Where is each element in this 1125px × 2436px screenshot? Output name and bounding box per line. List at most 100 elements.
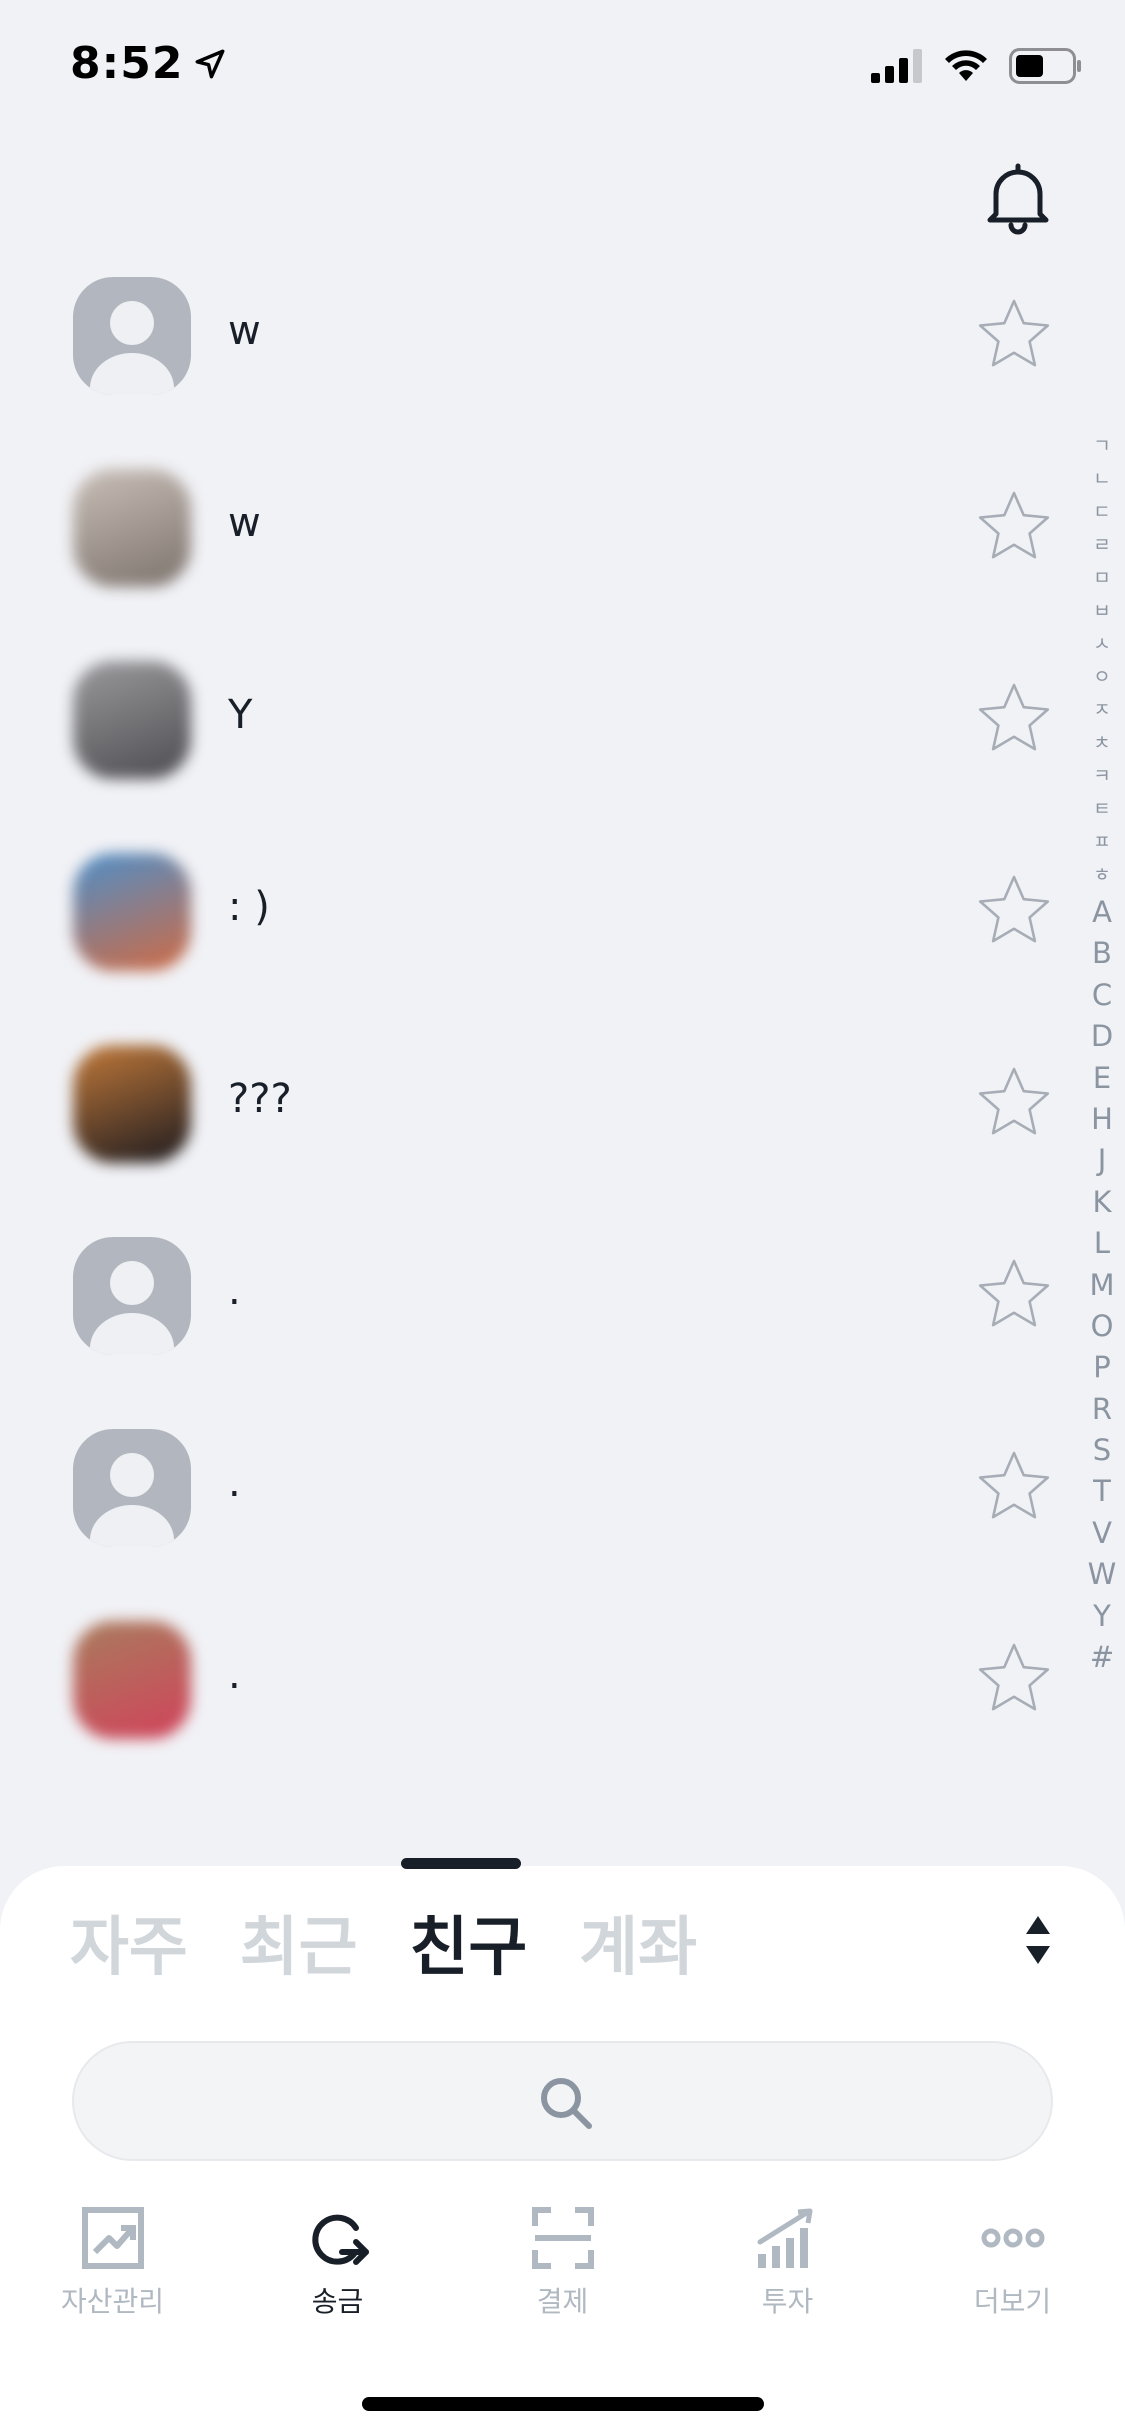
chart-icon (77, 2202, 149, 2274)
index-letter[interactable]: Y (1093, 1596, 1111, 1637)
time-text: 8:52 (70, 38, 184, 89)
friend-row[interactable]: . (0, 1228, 1125, 1420)
nav-label: 투자 (761, 2285, 814, 2318)
default-avatar-icon (73, 1237, 191, 1355)
friend-row[interactable]: : ) (0, 844, 1125, 1036)
friend-row[interactable]: Y (0, 652, 1125, 844)
nav-label: 더보기 (973, 2285, 1052, 2318)
investment-icon (752, 2202, 824, 2274)
index-letter[interactable]: ㄴ (1093, 463, 1110, 496)
wifi-icon (945, 50, 987, 81)
profile-photo (73, 1621, 191, 1739)
index-letter[interactable]: ㄱ (1093, 430, 1110, 463)
nav-item-2[interactable]: 결제 (450, 2202, 675, 2342)
status-icons (871, 48, 1083, 84)
status-time: 8:52 (70, 38, 227, 89)
friend-name: Y (228, 692, 253, 738)
nav-item-1[interactable]: 송금 (225, 2202, 450, 2342)
friend-name: w (228, 308, 261, 354)
index-letter[interactable]: A (1092, 892, 1112, 933)
favorite-star-icon[interactable] (976, 872, 1052, 948)
nav-label: 송금 (311, 2285, 364, 2318)
default-avatar-icon (73, 277, 191, 395)
index-letter[interactable]: ㅎ (1093, 859, 1110, 892)
favorite-star-icon[interactable] (976, 488, 1052, 564)
friend-name: w (228, 500, 261, 546)
profile-photo (73, 853, 191, 971)
index-letter[interactable]: ㅊ (1093, 727, 1110, 760)
index-letter[interactable]: S (1093, 1430, 1111, 1471)
index-letter[interactable]: E (1093, 1058, 1111, 1099)
friend-row[interactable]: w (0, 460, 1125, 652)
friend-name: : ) (228, 884, 270, 930)
profile-photo (73, 1045, 191, 1163)
profile-photo (73, 661, 191, 779)
index-letter[interactable]: K (1092, 1182, 1111, 1223)
favorite-star-icon[interactable] (976, 1640, 1052, 1716)
index-letter[interactable]: P (1093, 1347, 1111, 1388)
transfer-screen: 8:52 w w Y:) ??? . . . ㄱ ㄴ ㄷ ㄹ ㅁ ㅂ ㅅ ㅇ… (0, 0, 1125, 2436)
index-letter[interactable]: V (1092, 1513, 1112, 1554)
search-input[interactable] (114, 2043, 474, 2159)
friend-row[interactable]: ??? (0, 1036, 1125, 1228)
nav-item-4[interactable]: 더보기 (900, 2202, 1125, 2342)
favorite-star-icon[interactable] (976, 1256, 1052, 1332)
index-letter[interactable]: C (1092, 975, 1112, 1016)
tab-1[interactable]: 최근 (240, 1906, 358, 1990)
nav-item-0[interactable]: 자산관리 (0, 2202, 225, 2342)
tab-0[interactable]: 자주 (70, 1906, 188, 1990)
favorite-star-icon[interactable] (976, 296, 1052, 372)
alphabet-index-bar[interactable]: ㄱㄴㄷㄹㅁㅂㅅㅇㅈㅊㅋㅌㅍㅎ A B C D E H J K L M O P R S T V W Y # (1086, 430, 1118, 1678)
sheet-drag-handle[interactable] (401, 1858, 521, 1869)
index-letter[interactable]: ㅅ (1093, 628, 1110, 661)
scan-icon (527, 2202, 599, 2274)
tab-2[interactable]: 친구 (410, 1906, 528, 1990)
index-letter[interactable]: O (1091, 1306, 1114, 1347)
favorite-star-icon[interactable] (976, 1448, 1052, 1524)
friend-name: ??? (228, 1076, 292, 1122)
nav-label: 결제 (536, 2285, 589, 2318)
index-letter[interactable]: R (1092, 1389, 1112, 1430)
index-letter[interactable]: ㅇ (1093, 661, 1110, 694)
search-bar[interactable] (72, 2041, 1053, 2161)
favorite-star-icon[interactable] (976, 680, 1052, 756)
tab-3[interactable]: 계좌 (579, 1906, 697, 1990)
friend-row[interactable]: . (0, 1420, 1125, 1612)
nav-item-3[interactable]: 투자 (675, 2202, 900, 2342)
search-icon (541, 2078, 592, 2129)
index-letter[interactable]: W (1088, 1554, 1117, 1595)
index-letter[interactable]: ㅋ (1093, 760, 1110, 793)
category-tabs: 자주 최근 친구 계좌 (70, 1906, 697, 1990)
friend-name: . (228, 1460, 241, 1506)
friend-row[interactable]: w (0, 268, 1125, 460)
index-letter[interactable]: M (1089, 1265, 1114, 1306)
friend-list: w w Y : )???... (0, 268, 1125, 1804)
index-letter[interactable]: H (1091, 1099, 1113, 1140)
home-indicator (362, 2397, 764, 2411)
index-letter[interactable]: ㅍ (1093, 826, 1110, 859)
status-bar: 8:52 (0, 0, 1125, 140)
friend-name: . (228, 1268, 241, 1314)
expand-toggle-icon[interactable] (1022, 1912, 1054, 1968)
index-letter[interactable]: # (1090, 1637, 1114, 1678)
index-letter[interactable]: ㅌ (1093, 793, 1110, 826)
index-letter[interactable]: ㅁ (1093, 562, 1110, 595)
location-arrow-icon (196, 49, 225, 78)
signal-icon (871, 49, 922, 83)
index-letter[interactable]: ㅂ (1093, 595, 1110, 628)
index-letter[interactable]: B (1092, 933, 1112, 974)
bell-icon[interactable] (978, 158, 1058, 238)
profile-photo (73, 469, 191, 587)
index-letter[interactable]: ㅈ (1093, 694, 1110, 727)
bottom-sheet: 자주 최근 친구 계좌 자산관리 송금 결제 투자 더보기 (0, 1858, 1125, 2436)
index-letter[interactable]: D (1091, 1016, 1113, 1057)
favorite-star-icon[interactable] (976, 1064, 1052, 1140)
default-avatar-icon (73, 1429, 191, 1547)
index-letter[interactable]: T (1093, 1471, 1111, 1512)
friend-row[interactable]: . (0, 1612, 1125, 1804)
index-letter[interactable]: J (1098, 1140, 1107, 1181)
index-letter[interactable]: ㄹ (1093, 529, 1110, 562)
nav-label: 자산관리 (60, 2285, 165, 2318)
index-letter[interactable]: L (1094, 1223, 1110, 1264)
index-letter[interactable]: ㄷ (1093, 496, 1110, 529)
